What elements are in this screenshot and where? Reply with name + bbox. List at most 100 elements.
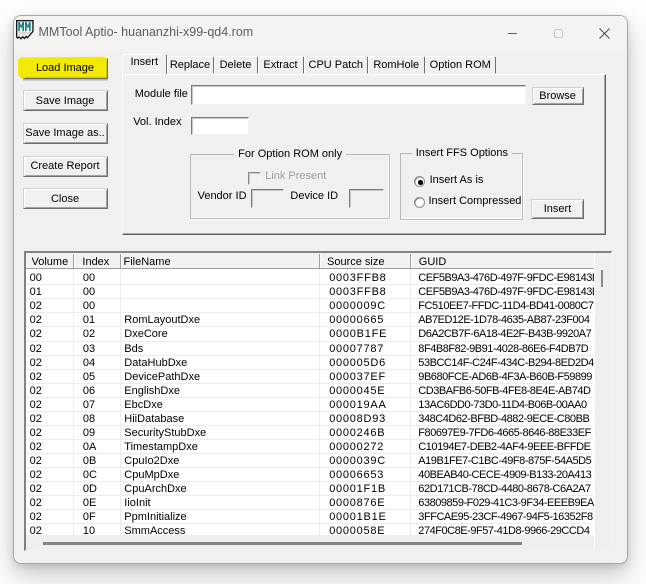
cell-filename: DataHubDxe — [124, 356, 188, 369]
cell-guid: CEF5B9A3-476D-497F-9FDC-E98143E — [418, 272, 594, 285]
table-row[interactable]: 02 05 DevicePathDxe 000037EF 9B680FCE-AD… — [26, 369, 594, 384]
table-row[interactable]: 02 0C CpuMpDxe 00006653 40BEAB40-CECE-49… — [26, 468, 594, 483]
col-header-source-size[interactable]: Source size — [327, 255, 384, 270]
tab-cpu-patch[interactable]: CPU Patch — [303, 56, 368, 74]
table-row[interactable]: 02 0B CpuIo2Dxe 0000039C A19B1FE7-C1BC-4… — [26, 454, 594, 469]
cell-guid: 53BCC14F-C24F-434C-B294-8ED2D4 — [418, 356, 594, 369]
table-row[interactable]: 02 06 EnglishDxe 0000045E CD3BAFB6-50FB-… — [26, 383, 594, 398]
cell-guid: A19B1FE7-C1BC-49F8-875F-54A5D5 — [418, 455, 592, 467]
module-table: Volume Index FileName Source size GUID 0… — [24, 251, 612, 551]
table-row[interactable]: 02 02 DxeCore 0000B1FE D6A2CB7F-6A18-4E2… — [26, 327, 594, 342]
module-file-input[interactable] — [191, 85, 526, 105]
header-divider[interactable] — [120, 254, 121, 268]
titlebar[interactable]: MMTool Aptio- huananzhi-x99-qd4.rom — [14, 16, 627, 52]
cell-volume: 02 — [29, 370, 42, 383]
header-divider[interactable] — [73, 254, 74, 268]
table-row[interactable]: 02 0D CpuArchDxe 00001F1B 62D171CB-78CD-… — [26, 482, 594, 497]
link-present-checkbox[interactable] — [247, 171, 261, 185]
grid-line — [120, 268, 121, 535]
cell-source-size: 00001F1B — [329, 483, 386, 496]
table-row[interactable]: 02 0A TimestampDxe 00000272 C10194E7-DEB… — [26, 439, 594, 454]
cell-filename: EnglishDxe — [124, 384, 180, 397]
header-divider[interactable] — [410, 254, 411, 268]
cell-volume: 02 — [29, 328, 42, 341]
header-divider[interactable] — [318, 254, 320, 268]
cell-source-size: 00001B1E — [329, 511, 387, 524]
cell-source-size: 0003FFB8 — [329, 272, 387, 285]
col-header-volume[interactable]: Volume — [32, 255, 69, 270]
table-row[interactable]: 02 08 HiiDatabase 00008D93 348C4D62-BFBD… — [26, 411, 594, 426]
table-row[interactable]: 02 10 SmmAccess 0000058E 274F0C8E-9F57-4… — [26, 524, 594, 535]
load-image-button[interactable]: Load Image — [22, 57, 108, 79]
cell-source-size: 0000045E — [329, 384, 386, 397]
cell-guid: 3FFCAE95-23CF-4967-94F5-16352F8 — [418, 511, 593, 524]
tab-insert[interactable]: Insert — [122, 54, 167, 74]
close-app-button[interactable]: Close — [22, 188, 108, 210]
cell-guid: CEF5B9A3-476D-497F-9FDC-E98143E — [418, 286, 594, 299]
cell-guid: 63809859-F029-41C3-9F34-EEEB9EA — [418, 497, 594, 510]
browse-button[interactable]: Browse — [531, 86, 584, 106]
cell-volume: 02 — [29, 440, 42, 453]
cell-index: 02 — [82, 328, 96, 341]
window-title: MMTool Aptio- huananzhi-x99-qd4.rom — [38, 25, 254, 39]
link-present-label: Link Present — [265, 170, 327, 182]
vol-index-input[interactable] — [191, 116, 249, 135]
cell-index: 07 — [82, 398, 96, 411]
cell-source-size: 00007787 — [329, 342, 385, 355]
cell-guid: FC510EE7-FFDC-11D4-BD41-0080C73 — [418, 300, 594, 313]
module-file-label: Module file — [134, 87, 188, 100]
cell-guid: 348C4D62-BFBD-4882-9ECE-C80BB — [418, 412, 590, 425]
save-image-as-button[interactable]: Save Image as.. — [22, 122, 108, 144]
vendor-id-input[interactable] — [250, 189, 285, 208]
table-row[interactable]: 02 03 Bds 00007787 8F4B8F82-9B91-4028-86… — [26, 341, 594, 356]
cell-volume: 02 — [29, 412, 42, 425]
table-row[interactable]: 02 09 SecurityStubDxe 0000246B F80697E9-… — [26, 425, 594, 440]
table-row[interactable]: 01 00 0003FFB8 CEF5B9A3-476D-497F-9FDC-E… — [26, 285, 594, 300]
vertical-scrollbar-thumb[interactable] — [600, 270, 603, 287]
tab-strip: Insert Replace Delete Extract CPU Patch … — [122, 54, 496, 74]
cell-filename: RomLayoutDxe — [124, 314, 201, 327]
cell-source-size: 000019AA — [329, 398, 387, 411]
create-report-button[interactable]: Create Report — [22, 155, 108, 177]
table-row[interactable]: 02 0E IioInit 0000876E 63809859-F029-41C… — [26, 496, 594, 511]
cell-filename: CpuArchDxe — [124, 483, 187, 496]
tab-extract[interactable]: Extract — [257, 56, 304, 74]
cell-volume: 02 — [29, 426, 42, 439]
save-image-button[interactable]: Save Image — [22, 90, 108, 112]
cell-index: 03 — [82, 342, 96, 355]
table-row[interactable]: 02 01 RomLayoutDxe 00000665 AB7ED12E-1D7… — [26, 313, 594, 328]
tab-option-rom[interactable]: Option ROM — [424, 56, 496, 74]
tab-delete[interactable]: Delete — [213, 56, 258, 74]
table-row[interactable]: 02 00 0000009C FC510EE7-FFDC-11D4-BD41-0… — [26, 299, 594, 314]
table-row[interactable]: 02 07 EbcDxe 000019AA 13AC6DD0-73D0-11D4… — [26, 397, 594, 412]
cell-source-size: 00008D93 — [329, 412, 386, 425]
cell-index: 01 — [82, 314, 96, 327]
tab-replace[interactable]: Replace — [166, 56, 214, 74]
col-header-filename[interactable]: FileName — [124, 255, 171, 270]
minimize-icon — [507, 33, 517, 34]
horizontal-scrollbar-thumb[interactable] — [43, 541, 522, 545]
groupbox-title: Insert FFS Options — [401, 146, 522, 159]
tab-romhole[interactable]: RomHole — [368, 56, 425, 74]
horizontal-scrollbar[interactable] — [26, 534, 594, 550]
mmtool-window: MMTool Aptio- huananzhi-x99-qd4.rom Load… — [13, 15, 628, 564]
cell-guid: 40BEAB40-CECE-4909-B133-20A413 — [418, 469, 592, 482]
vertical-scrollbar[interactable] — [594, 253, 611, 550]
minimize-button[interactable] — [489, 16, 535, 51]
close-button[interactable] — [581, 16, 627, 51]
cell-volume: 02 — [29, 483, 42, 496]
groupbox-title: For Option ROM only — [191, 148, 389, 161]
table-row[interactable]: 00 00 0003FFB8 CEF5B9A3-476D-497F-9FDC-E… — [26, 271, 594, 286]
cell-source-size: 0000876E — [329, 497, 386, 510]
insert-button[interactable]: Insert — [531, 199, 584, 219]
col-header-index[interactable]: Index — [82, 255, 109, 270]
maximize-button[interactable] — [535, 16, 581, 51]
grid-line — [318, 268, 320, 535]
col-header-guid[interactable]: GUID — [419, 255, 447, 270]
table-row[interactable]: 02 04 DataHubDxe 000005D6 53BCC14F-C24F-… — [26, 355, 594, 370]
cell-volume: 02 — [29, 511, 42, 524]
maximize-icon — [553, 29, 563, 38]
table-row[interactable]: 02 0F PpmInitialize 00001B1E 3FFCAE95-23… — [26, 510, 594, 525]
cell-guid: 62D171CB-78CD-4480-8678-C6A2A7 — [418, 483, 591, 496]
device-id-input[interactable] — [349, 189, 385, 208]
